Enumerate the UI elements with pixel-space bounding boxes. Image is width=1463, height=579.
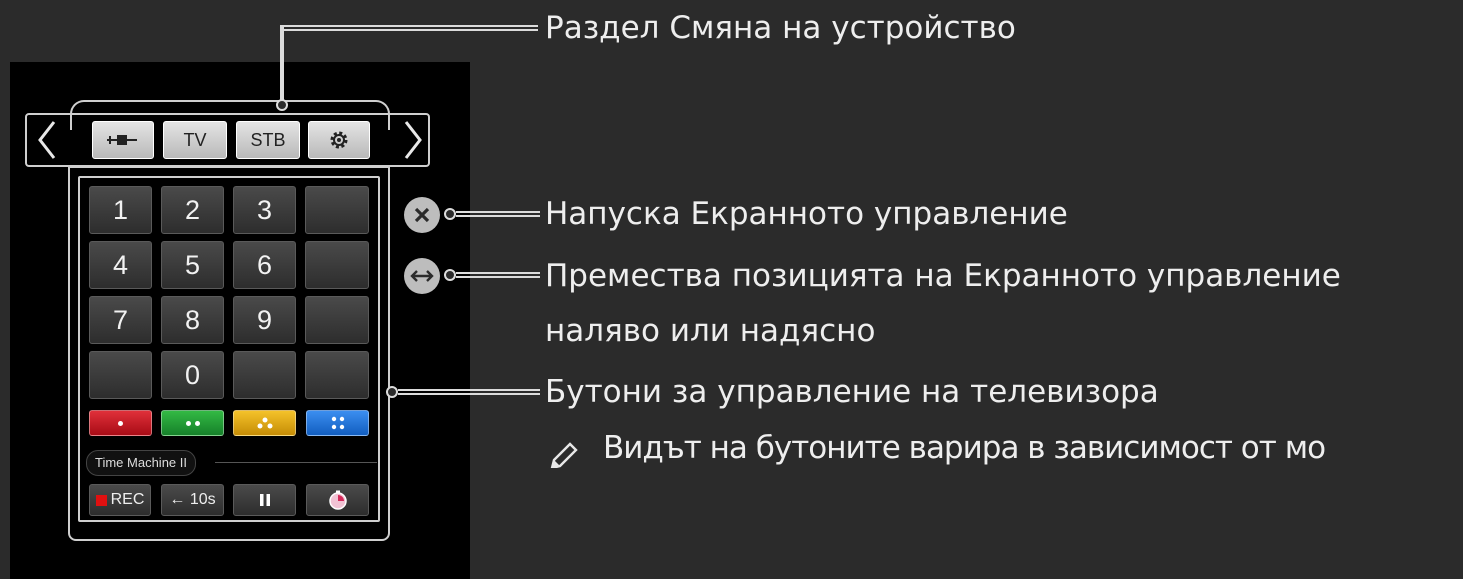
key-3[interactable]: 3 [233,186,296,234]
time-machine-label: Time Machine II [86,450,196,476]
timer-button[interactable] [306,484,369,516]
note-row: Видът на бутоните варира в зависимост от… [548,430,1463,478]
key-1[interactable]: 1 [89,186,152,234]
device-stb-button[interactable]: STB [236,121,300,159]
dot-icon [194,420,200,426]
move-position-button[interactable] [404,258,440,294]
callout-line [456,272,540,278]
pencil-note-icon [550,442,578,468]
key-blank[interactable] [305,296,369,344]
key-blank[interactable] [305,241,369,289]
key-blank[interactable] [305,351,369,399]
annotation-move-position: Премества позицията на Екранното управле… [545,258,1341,294]
left-right-arrow-icon [410,270,434,282]
dot-icon [118,420,123,426]
key-7[interactable]: 7 [89,296,152,344]
callout-node [276,99,288,111]
exit-button[interactable] [404,197,440,233]
annotation-device-switch: Раздел Смяна на устройство [545,10,1016,46]
key-5[interactable]: 5 [161,241,224,289]
key-blank[interactable] [305,186,369,234]
callout-line [456,211,540,217]
yellow-button[interactable] [233,410,296,436]
device-tv-button[interactable]: TV [163,121,227,159]
annotation-exit: Напуска Екранното управление [545,196,1068,232]
callout-line [398,389,540,395]
chevron-left-icon [38,121,56,159]
green-button[interactable] [161,410,224,436]
key-blank[interactable] [233,351,296,399]
time-machine-divider [215,462,377,463]
key-9[interactable]: 9 [233,296,296,344]
device-settings-button[interactable] [308,121,370,159]
gear-icon [330,131,348,149]
prev-device-button[interactable] [32,118,62,162]
close-icon [414,207,430,223]
rec-button[interactable]: REC [89,484,151,516]
pause-button[interactable] [233,484,296,516]
annotation-note: Видът на бутоните варира в зависимост от… [603,430,1326,466]
annotation-move-position-line2: наляво или надясно [545,313,876,349]
chevron-right-icon [404,121,422,159]
red-button[interactable] [89,410,152,436]
dot-icon [185,420,191,426]
callout-node [444,269,456,281]
rewind-10s-button[interactable]: ← 10s [161,484,224,516]
blue-button[interactable] [306,410,369,436]
four-dots-icon [331,416,344,430]
callout-node [444,208,456,220]
annotation-tv-buttons: Бутони за управление на телевизора [545,374,1159,410]
key-blank[interactable] [89,351,152,399]
callout-line [280,25,538,31]
record-icon [95,494,107,506]
key-0[interactable]: 0 [161,351,224,399]
next-device-button[interactable] [398,118,428,162]
callout-line [280,25,284,103]
rec-label: REC [110,491,145,508]
device-external-input-button[interactable] [92,121,154,159]
key-4[interactable]: 4 [89,241,152,289]
key-6[interactable]: 6 [233,241,296,289]
external-input-icon [107,135,137,145]
key-2[interactable]: 2 [161,186,224,234]
callout-node [386,386,398,398]
pause-icon [259,494,270,506]
three-dots-icon [257,417,272,429]
key-8[interactable]: 8 [161,296,224,344]
timer-icon [328,490,347,510]
